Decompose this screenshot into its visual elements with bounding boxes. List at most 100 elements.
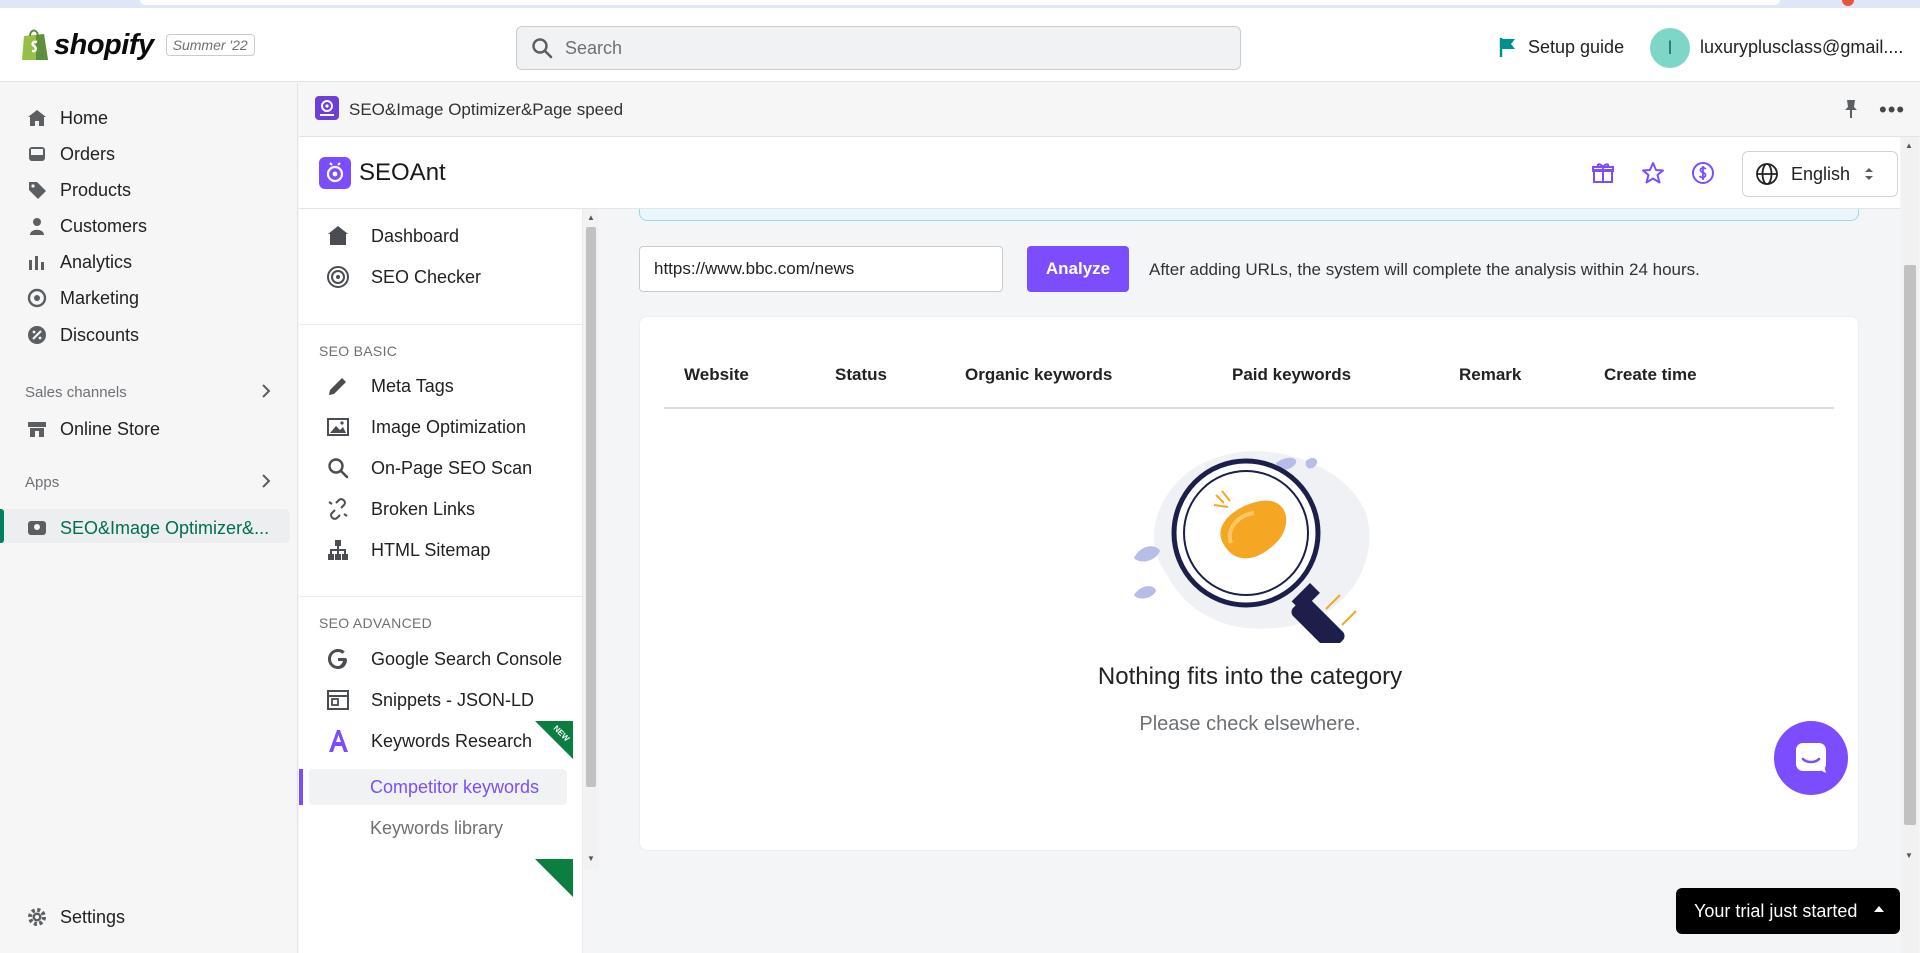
- sidebar-item-html-sitemap[interactable]: HTML Sitemap: [325, 537, 490, 563]
- results-card: Website Status Organic keywords Paid key…: [639, 316, 1859, 851]
- column-status: Status: [835, 365, 887, 384]
- sidebar-item-keywords-research[interactable]: Keywords Research: [325, 728, 532, 754]
- nav-item-orders[interactable]: Orders: [26, 143, 115, 165]
- seoant-header: SEOAnt English: [299, 137, 1900, 209]
- sidebar-label: Broken Links: [371, 498, 476, 519]
- letter-a-icon: [325, 728, 351, 754]
- chevron-right-icon[interactable]: [260, 472, 272, 490]
- analyze-button[interactable]: Analyze: [1027, 246, 1129, 292]
- scroll-up-arrow-icon[interactable]: ▲: [1905, 141, 1913, 150]
- sidebar-item-dashboard[interactable]: Dashboard: [325, 223, 459, 249]
- star-icon[interactable]: [1641, 161, 1665, 185]
- nav-item-home[interactable]: Home: [26, 107, 108, 129]
- seoant-mark-icon: [319, 157, 351, 189]
- nav-label: Discounts: [60, 324, 140, 345]
- select-arrows-icon: [1865, 168, 1874, 180]
- chevron-right-icon[interactable]: [260, 382, 272, 400]
- inbox-icon: [26, 143, 48, 165]
- nav-label: Orders: [60, 143, 116, 164]
- nav-item-settings[interactable]: Settings: [26, 906, 125, 928]
- sidebar-item-image-optimization[interactable]: Image Optimization: [325, 414, 526, 440]
- empty-state-subtitle: Please check elsewhere.: [1139, 713, 1361, 735]
- trial-toast[interactable]: Your trial just started: [1676, 888, 1900, 934]
- sidebar-item-broken-links[interactable]: Broken Links: [325, 496, 475, 522]
- sidebar-label: Snippets - JSON-LD: [371, 689, 535, 710]
- browser-tab-strip: [140, 0, 1780, 5]
- app-sidebar: Dashboard SEO Checker SEO BASIC Meta Tag…: [299, 209, 583, 953]
- more-actions-icon[interactable]: •••: [1879, 97, 1905, 123]
- dollar-icon[interactable]: [1691, 161, 1715, 185]
- analysis-hint: After adding URLs, the system will compl…: [1149, 260, 1700, 279]
- account-name[interactable]: luxuryplusclass@gmail....: [1700, 37, 1903, 58]
- sidebar-label: HTML Sitemap: [371, 539, 491, 560]
- admin-sidebar: Home Orders Products Customers Analytics…: [0, 83, 298, 953]
- search-input[interactable]: Search: [516, 26, 1241, 70]
- nav-item-customers[interactable]: Customers: [26, 215, 147, 237]
- sidebar-scroll-thumb[interactable]: [586, 227, 596, 787]
- nav-label: Marketing: [60, 287, 140, 308]
- scroll-down-arrow-icon[interactable]: ▼: [1905, 851, 1913, 860]
- nav-label: Products: [60, 179, 132, 200]
- avatar[interactable]: l: [1650, 28, 1690, 68]
- nav-label: SEO&Image Optimizer&...: [60, 517, 270, 538]
- sidebar-divider: [299, 324, 582, 325]
- new-badge: [535, 859, 573, 897]
- seoant-brand: SEOAnt: [359, 159, 446, 186]
- nav-item-products[interactable]: Products: [26, 179, 131, 201]
- globe-icon: [1756, 163, 1778, 185]
- broken-link-icon: [325, 496, 351, 522]
- nav-label: Home: [60, 107, 109, 128]
- radar-icon: [325, 264, 351, 290]
- url-input[interactable]: https://www.bbc.com/news: [639, 246, 1003, 292]
- setup-guide-label: Setup guide: [1528, 36, 1625, 57]
- gift-icon[interactable]: [1591, 161, 1615, 185]
- sidebar-item-seo-checker[interactable]: SEO Checker: [325, 264, 481, 290]
- chat-launcher-button[interactable]: [1774, 721, 1848, 795]
- main-scrollbar[interactable]: ▲ ▼: [1901, 137, 1919, 953]
- main-scroll-thumb[interactable]: [1904, 265, 1916, 825]
- nav-item-discounts[interactable]: Discounts: [26, 324, 139, 346]
- section-heading-seo-basic: SEO BASIC: [319, 343, 398, 359]
- flag-icon: [1499, 38, 1515, 57]
- setup-guide-button[interactable]: Setup guide: [1498, 36, 1624, 58]
- scroll-down-arrow-icon[interactable]: ▼: [587, 854, 595, 863]
- pin-icon[interactable]: [1844, 99, 1858, 119]
- app-title: SEO&Image Optimizer&Page speed: [349, 100, 624, 119]
- sidebar-item-google-search-console[interactable]: Google Search Console: [325, 646, 562, 672]
- nav-item-marketing[interactable]: Marketing: [26, 287, 139, 309]
- nav-item-analytics[interactable]: Analytics: [26, 251, 132, 273]
- search-placeholder: Search: [565, 37, 623, 58]
- sidebar-item-onpage-seo-scan[interactable]: On-Page SEO Scan: [325, 455, 532, 481]
- language-select[interactable]: English: [1742, 151, 1898, 197]
- nav-label: Settings: [60, 906, 126, 927]
- sidebar-item-keywords-library[interactable]: Keywords library: [370, 818, 503, 839]
- caret-up-icon[interactable]: [1874, 906, 1884, 912]
- shopify-logo[interactable]: shopify Summer '22: [20, 28, 255, 62]
- sidebar-item-competitor-keywords[interactable]: Competitor keywords: [370, 777, 539, 798]
- seoant-logo[interactable]: SEOAnt: [319, 157, 446, 189]
- google-icon: [325, 646, 351, 672]
- store-icon: [26, 418, 48, 440]
- sidebar-item-snippets[interactable]: Snippets - JSON-LD: [325, 687, 534, 713]
- sidebar-scrollbar[interactable]: ▲ ▼: [583, 209, 599, 869]
- nav-item-online-store[interactable]: Online Store: [26, 418, 160, 440]
- sidebar-item-meta-tags[interactable]: Meta Tags: [325, 373, 454, 399]
- bar-chart-icon: [26, 251, 48, 273]
- sidebar-label: Meta Tags: [371, 375, 454, 396]
- snippet-icon: [325, 687, 351, 713]
- discount-icon: [26, 324, 48, 346]
- image-icon: [325, 414, 351, 440]
- scroll-up-arrow-icon[interactable]: ▲: [587, 213, 595, 222]
- column-create-time: Create time: [1604, 365, 1697, 384]
- section-heading-seo-advanced: SEO ADVANCED: [319, 615, 433, 631]
- browser-profile-dot[interactable]: [1842, 0, 1854, 6]
- gear-icon: [26, 906, 48, 928]
- empty-state-title: Nothing fits into the category: [1097, 663, 1403, 690]
- edition-badge: Summer '22: [165, 34, 255, 56]
- apps-heading: Apps: [25, 474, 60, 491]
- home-icon: [325, 223, 351, 249]
- app-title-bar: SEO&Image Optimizer&Page speed •••: [299, 83, 1920, 137]
- nav-label: Online Store: [60, 418, 161, 439]
- nav-item-seo-app[interactable]: SEO&Image Optimizer&...: [26, 517, 269, 539]
- sidebar-label: Image Optimization: [371, 416, 527, 437]
